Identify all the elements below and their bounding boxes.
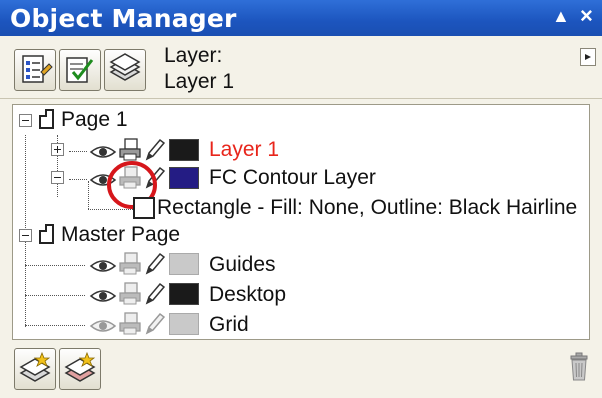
layer-color-swatch[interactable] xyxy=(169,313,199,335)
printer-disabled-icon[interactable] xyxy=(117,311,143,337)
toolbar: Layer: Layer 1 xyxy=(0,36,602,99)
layer-color-swatch[interactable] xyxy=(169,283,199,305)
page1-collapse-toggle[interactable] xyxy=(19,114,32,127)
tree-item-page-1[interactable]: Page 1 xyxy=(61,105,128,135)
flyout-menu-icon xyxy=(585,54,591,60)
new-layer-icon xyxy=(19,351,51,382)
active-layer-value: Layer 1 xyxy=(164,70,235,93)
pencil-disabled-icon[interactable] xyxy=(143,311,165,337)
tree-connector xyxy=(25,325,85,326)
printer-disabled-icon[interactable] xyxy=(117,251,143,277)
contour-layer-collapse-toggle[interactable] xyxy=(51,171,64,184)
pencil-icon[interactable] xyxy=(143,251,165,277)
new-master-layer-button[interactable] xyxy=(59,348,101,390)
layer-manager-view-icon xyxy=(109,53,141,81)
tree-connector xyxy=(25,265,85,266)
page-icon xyxy=(39,224,54,244)
object-manager-window: Object Manager ▲ × Layer: Layer 1 Page 1… xyxy=(0,0,602,398)
rectangle-object-icon xyxy=(133,197,155,219)
printer-disabled-icon[interactable] xyxy=(117,281,143,307)
flyout-menu-button[interactable] xyxy=(580,48,596,66)
tree-connector xyxy=(69,179,87,180)
collapse-icon[interactable]: ▲ xyxy=(552,6,570,27)
tree-connector xyxy=(25,235,26,327)
layer-color-swatch[interactable] xyxy=(169,139,199,161)
tree-item-guides[interactable]: Guides xyxy=(209,250,276,280)
page-icon xyxy=(39,109,54,129)
layer-manager-view-button[interactable] xyxy=(104,49,146,91)
new-layer-button[interactable] xyxy=(14,348,56,390)
tree-item-fc-contour-layer[interactable]: FC Contour Layer xyxy=(209,163,376,193)
layer1-expand-toggle[interactable] xyxy=(51,143,64,156)
object-tree: Page 1 Layer 1 FC Contour Layer Rectangl… xyxy=(12,104,590,340)
show-object-properties-icon xyxy=(22,55,53,83)
pencil-icon[interactable] xyxy=(143,281,165,307)
title-bar: Object Manager ▲ × xyxy=(0,0,602,36)
window-title: Object Manager xyxy=(10,4,237,33)
active-layer-label: Layer: xyxy=(164,44,223,67)
eye-icon[interactable] xyxy=(89,141,117,161)
tree-connector xyxy=(25,295,85,296)
eye-icon[interactable] xyxy=(89,285,117,305)
tree-connector xyxy=(25,135,26,230)
eye-disabled-icon[interactable] xyxy=(89,315,117,335)
bottom-toolbar xyxy=(0,340,602,398)
close-icon[interactable]: × xyxy=(580,3,593,29)
eye-icon[interactable] xyxy=(89,255,117,275)
trash-icon[interactable] xyxy=(568,352,590,382)
edit-across-layers-button[interactable] xyxy=(59,49,101,91)
layer-color-swatch[interactable] xyxy=(169,253,199,275)
tree-item-rectangle[interactable]: Rectangle - Fill: None, Outline: Black H… xyxy=(157,193,577,223)
tree-connector xyxy=(69,151,87,152)
layer-color-swatch[interactable] xyxy=(169,167,199,189)
edit-across-layers-icon xyxy=(66,57,94,83)
show-object-properties-button[interactable] xyxy=(14,49,56,91)
new-master-layer-icon xyxy=(64,351,96,382)
tree-item-desktop[interactable]: Desktop xyxy=(209,280,286,310)
tree-item-master-page[interactable]: Master Page xyxy=(61,220,180,250)
tree-item-layer-1[interactable]: Layer 1 xyxy=(209,135,279,165)
tree-item-grid[interactable]: Grid xyxy=(209,310,249,340)
master-page-collapse-toggle[interactable] xyxy=(19,229,32,242)
